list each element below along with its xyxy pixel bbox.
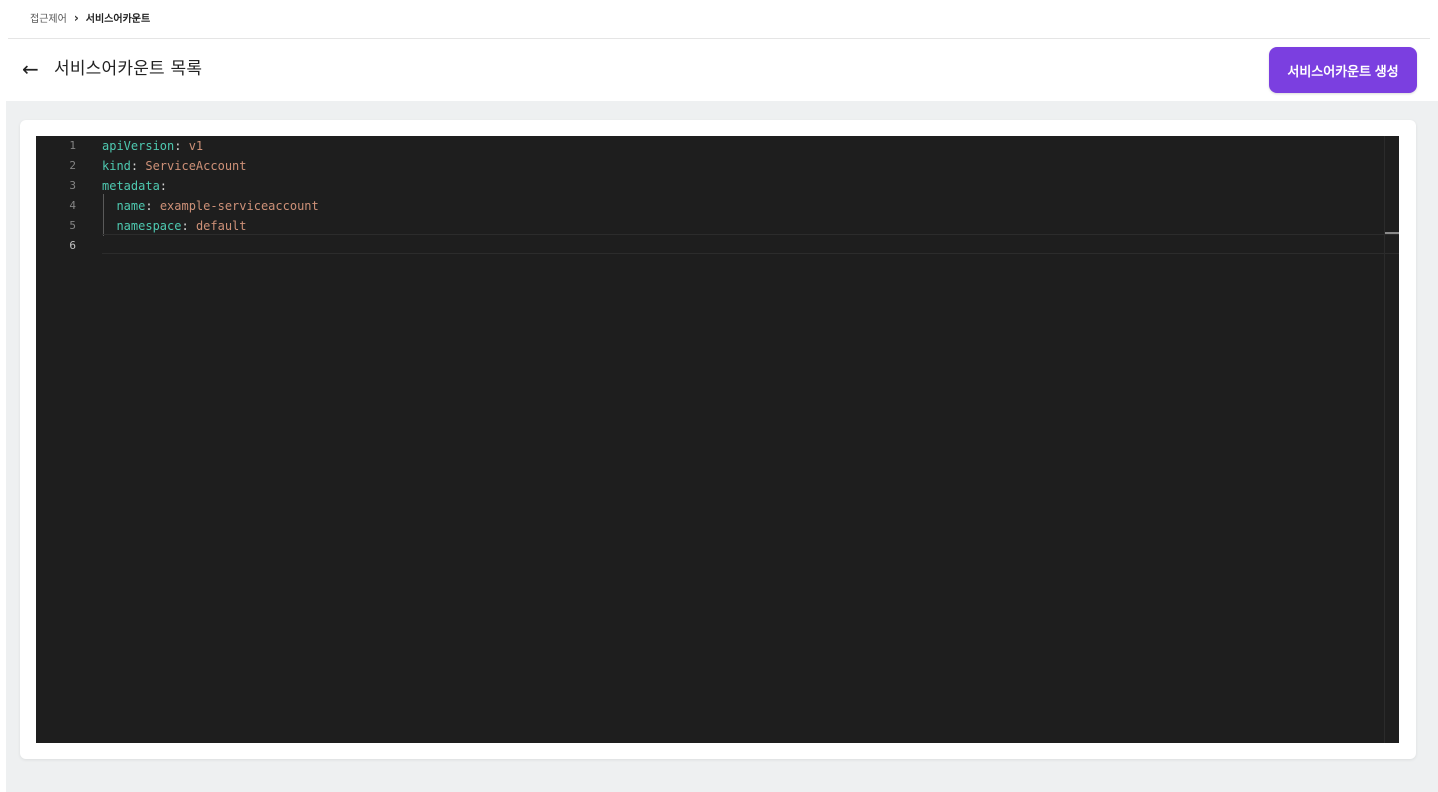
breadcrumb: 접근제어 › 서비스어카운트 (30, 7, 150, 27)
yaml-separator: : (145, 199, 160, 213)
create-serviceaccount-button[interactable]: 서비스어카운트 생성 (1269, 47, 1417, 93)
code-line[interactable]: namespace: default (102, 216, 247, 236)
line-number: 3 (69, 179, 76, 192)
chevron-right-icon: › (73, 11, 79, 25)
yaml-value: default (195, 219, 247, 233)
line-number: 2 (69, 159, 76, 172)
code-line[interactable]: metadata: (102, 176, 167, 196)
yaml-value: v1 (188, 139, 204, 153)
yaml-key: apiVersion (102, 139, 175, 153)
code-line[interactable]: kind: ServiceAccount (102, 156, 247, 176)
overview-ruler-cursor-mark (1385, 232, 1399, 234)
yaml-value: ServiceAccount (145, 159, 247, 173)
line-number: 5 (69, 219, 76, 232)
page-header: ← 서비스어카운트 목록 서비스어카운트 생성 (0, 39, 1438, 101)
current-line-highlight (102, 234, 1399, 254)
yaml-key: name (116, 199, 146, 213)
yaml-key: metadata (102, 179, 160, 193)
arrow-left-icon[interactable]: ← (22, 58, 39, 80)
overview-ruler[interactable] (1384, 136, 1385, 743)
breadcrumb-item-current: 서비스어카운트 (85, 13, 151, 25)
yaml-separator: : (159, 179, 168, 193)
yaml-separator: : (181, 219, 196, 233)
line-number: 6 (69, 239, 76, 252)
line-number: 1 (69, 139, 76, 152)
breadcrumb-item-access-control[interactable]: 접근제어 (30, 10, 67, 25)
page-title: 서비스어카운트 목록 (54, 59, 203, 79)
line-number-gutter: 1 2 3 4 5 6 (36, 136, 96, 743)
yaml-separator: : (174, 139, 189, 153)
yaml-separator: : (130, 159, 146, 173)
yaml-key: kind (102, 159, 131, 173)
yaml-key: namespace (116, 219, 182, 233)
yaml-code-editor[interactable]: 123456 apiVersion: v1 kind: ServiceAccoun… (36, 136, 1399, 743)
yaml-value: example-serviceaccount (159, 199, 319, 213)
code-line[interactable]: name: example-serviceaccount (102, 196, 319, 216)
line-number: 4 (69, 199, 76, 212)
code-line[interactable]: apiVersion: v1 (102, 136, 203, 156)
